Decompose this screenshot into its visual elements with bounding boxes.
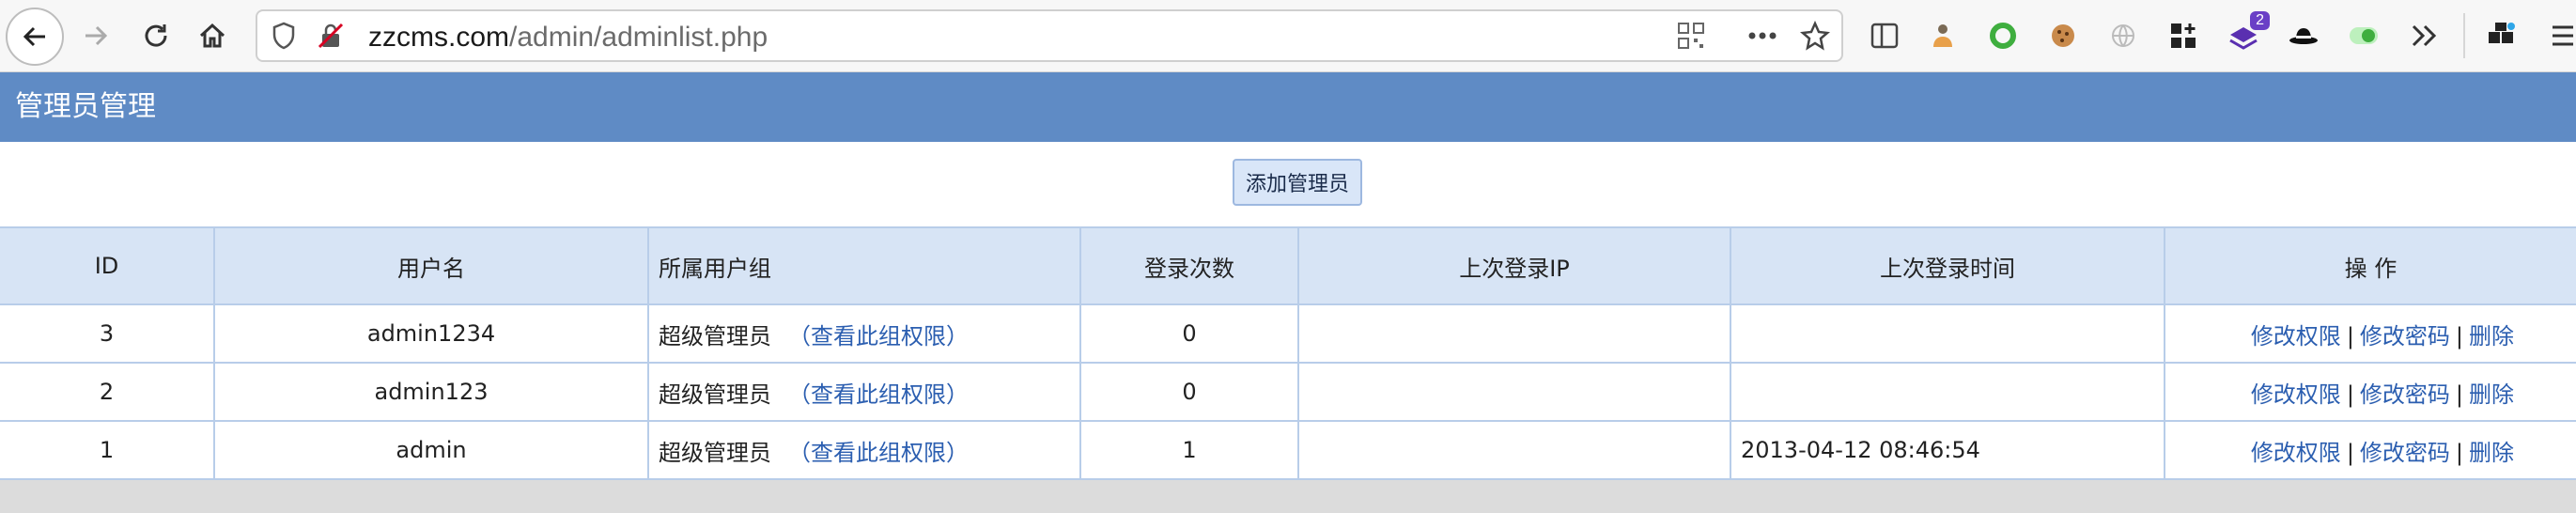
cell-username: admin123	[213, 362, 649, 422]
shield-icon[interactable]	[267, 19, 301, 53]
cell-login-count: 0	[1079, 362, 1299, 422]
extension-globe-icon[interactable]	[2103, 15, 2144, 56]
admin-table: ID 用户名 所属用户组 登录次数 上次登录IP 上次登录时间 操 作 3 ad…	[0, 226, 2576, 480]
address-bar[interactable]: zzcms.com/admin/adminlist.php	[256, 9, 1843, 62]
cell-username: admin1234	[213, 303, 649, 364]
change-password-link[interactable]: 修改密码	[2360, 323, 2450, 350]
toolbar-separator	[2463, 13, 2465, 58]
extension-hat-icon[interactable]	[2283, 15, 2324, 56]
action-separator: |	[2455, 381, 2463, 408]
action-separator: |	[2346, 381, 2354, 408]
insecure-lock-icon[interactable]	[314, 19, 348, 53]
browser-toolbar: zzcms.com/admin/adminlist.php 2	[0, 0, 2576, 72]
action-separator: |	[2455, 439, 2463, 466]
extension-grid-plus-icon[interactable]	[2163, 15, 2204, 56]
url-host: zzcms.com	[368, 22, 509, 53]
extension-person-icon[interactable]	[1922, 15, 1963, 56]
cell-last-ip	[1297, 303, 1731, 364]
back-button[interactable]	[6, 8, 64, 66]
cell-id: 1	[0, 420, 215, 480]
table-row: 2 admin123 超级管理员 （查看此组权限） 0 修改权限 | 修改密码 | 删除	[0, 362, 2576, 422]
cell-actions: 修改权限 | 修改密码 | 删除	[2164, 303, 2576, 364]
arrow-left-icon	[23, 26, 45, 47]
view-group-permissions-link[interactable]: （查看此组权限）	[788, 381, 969, 408]
extension-badge: 2	[2250, 11, 2270, 30]
extension-toggle-icon[interactable]	[2343, 15, 2384, 56]
extension-layers-icon[interactable]: 2	[2223, 11, 2270, 56]
col-header-login-count: 登录次数	[1079, 226, 1299, 305]
col-header-group: 所属用户组	[647, 226, 1081, 305]
view-group-permissions-link[interactable]: （查看此组权限）	[788, 323, 969, 350]
col-header-actions: 操 作	[2164, 226, 2576, 305]
group-name: 超级管理员	[659, 381, 771, 408]
col-header-last-time: 上次登录时间	[1730, 226, 2165, 305]
bookmark-star-icon[interactable]	[1798, 19, 1832, 53]
page-content: 管理员管理 添加管理员 ID 用户名 所属用户组 登录次数 上次登录IP 上次登…	[0, 72, 2576, 480]
home-icon	[199, 23, 225, 48]
cell-group: 超级管理员 （查看此组权限）	[647, 420, 1081, 480]
cookie-icon[interactable]	[2042, 15, 2084, 56]
cell-last-time	[1730, 303, 2165, 364]
arrow-right-icon	[85, 25, 108, 46]
table-row: 1 admin 超级管理员 （查看此组权限） 1 2013-04-12 08:46…	[0, 420, 2576, 480]
add-admin-button[interactable]: 添加管理员	[1233, 159, 1362, 206]
more-actions-icon[interactable]	[1746, 19, 1779, 53]
action-separator: |	[2346, 439, 2354, 466]
cell-id: 3	[0, 303, 215, 364]
menu-icon[interactable]	[2542, 15, 2576, 56]
cell-actions: 修改权限 | 修改密码 | 删除	[2164, 420, 2576, 480]
button-row: 添加管理员	[0, 142, 2576, 226]
group-name: 超级管理员	[659, 322, 771, 350]
extension-green-ring-icon[interactable]	[1982, 15, 2024, 56]
col-header-username: 用户名	[213, 226, 649, 305]
cell-last-time	[1730, 362, 2165, 422]
home-button[interactable]	[184, 8, 241, 64]
cell-login-count: 0	[1079, 303, 1299, 364]
overflow-chevron-icon[interactable]	[2403, 15, 2444, 56]
delete-link[interactable]: 删除	[2469, 440, 2514, 466]
extensions-puzzle-icon[interactable]	[2480, 15, 2522, 56]
cell-last-ip	[1297, 420, 1731, 480]
col-header-last-ip: 上次登录IP	[1297, 226, 1731, 305]
cell-login-count: 1	[1079, 420, 1299, 480]
qr-code-icon[interactable]	[1674, 19, 1708, 53]
reload-button[interactable]	[128, 8, 184, 64]
cell-group: 超级管理员 （查看此组权限）	[647, 303, 1081, 364]
delete-link[interactable]: 删除	[2469, 381, 2514, 408]
page-title-bar: 管理员管理	[0, 72, 2576, 142]
cell-last-ip	[1297, 362, 1731, 422]
cell-username: admin	[213, 420, 649, 480]
view-group-permissions-link[interactable]: （查看此组权限）	[788, 440, 969, 466]
table-header-row: ID 用户名 所属用户组 登录次数 上次登录IP 上次登录时间 操 作	[0, 226, 2576, 305]
reload-icon	[145, 24, 167, 47]
group-name: 超级管理员	[659, 439, 771, 466]
edit-permissions-link[interactable]: 修改权限	[2251, 381, 2341, 408]
action-separator: |	[2346, 322, 2354, 350]
edit-permissions-link[interactable]: 修改权限	[2251, 323, 2341, 350]
action-separator: |	[2455, 322, 2463, 350]
page-title: 管理员管理	[15, 90, 156, 123]
url-text[interactable]: zzcms.com/admin/adminlist.php	[368, 21, 768, 54]
forward-button[interactable]	[68, 8, 124, 64]
col-header-id: ID	[0, 226, 215, 305]
change-password-link[interactable]: 修改密码	[2360, 440, 2450, 466]
cell-last-time: 2013-04-12 08:46:54	[1730, 420, 2165, 480]
sidebar-icon[interactable]	[1864, 15, 1905, 56]
cell-group: 超级管理员 （查看此组权限）	[647, 362, 1081, 422]
change-password-link[interactable]: 修改密码	[2360, 381, 2450, 408]
edit-permissions-link[interactable]: 修改权限	[2251, 440, 2341, 466]
url-path: /admin/adminlist.php	[509, 22, 768, 53]
table-row: 3 admin1234 超级管理员 （查看此组权限） 0 修改权限 | 修改密码 | 删除	[0, 303, 2576, 364]
cell-id: 2	[0, 362, 215, 422]
cell-actions: 修改权限 | 修改密码 | 删除	[2164, 362, 2576, 422]
delete-link[interactable]: 删除	[2469, 323, 2514, 350]
